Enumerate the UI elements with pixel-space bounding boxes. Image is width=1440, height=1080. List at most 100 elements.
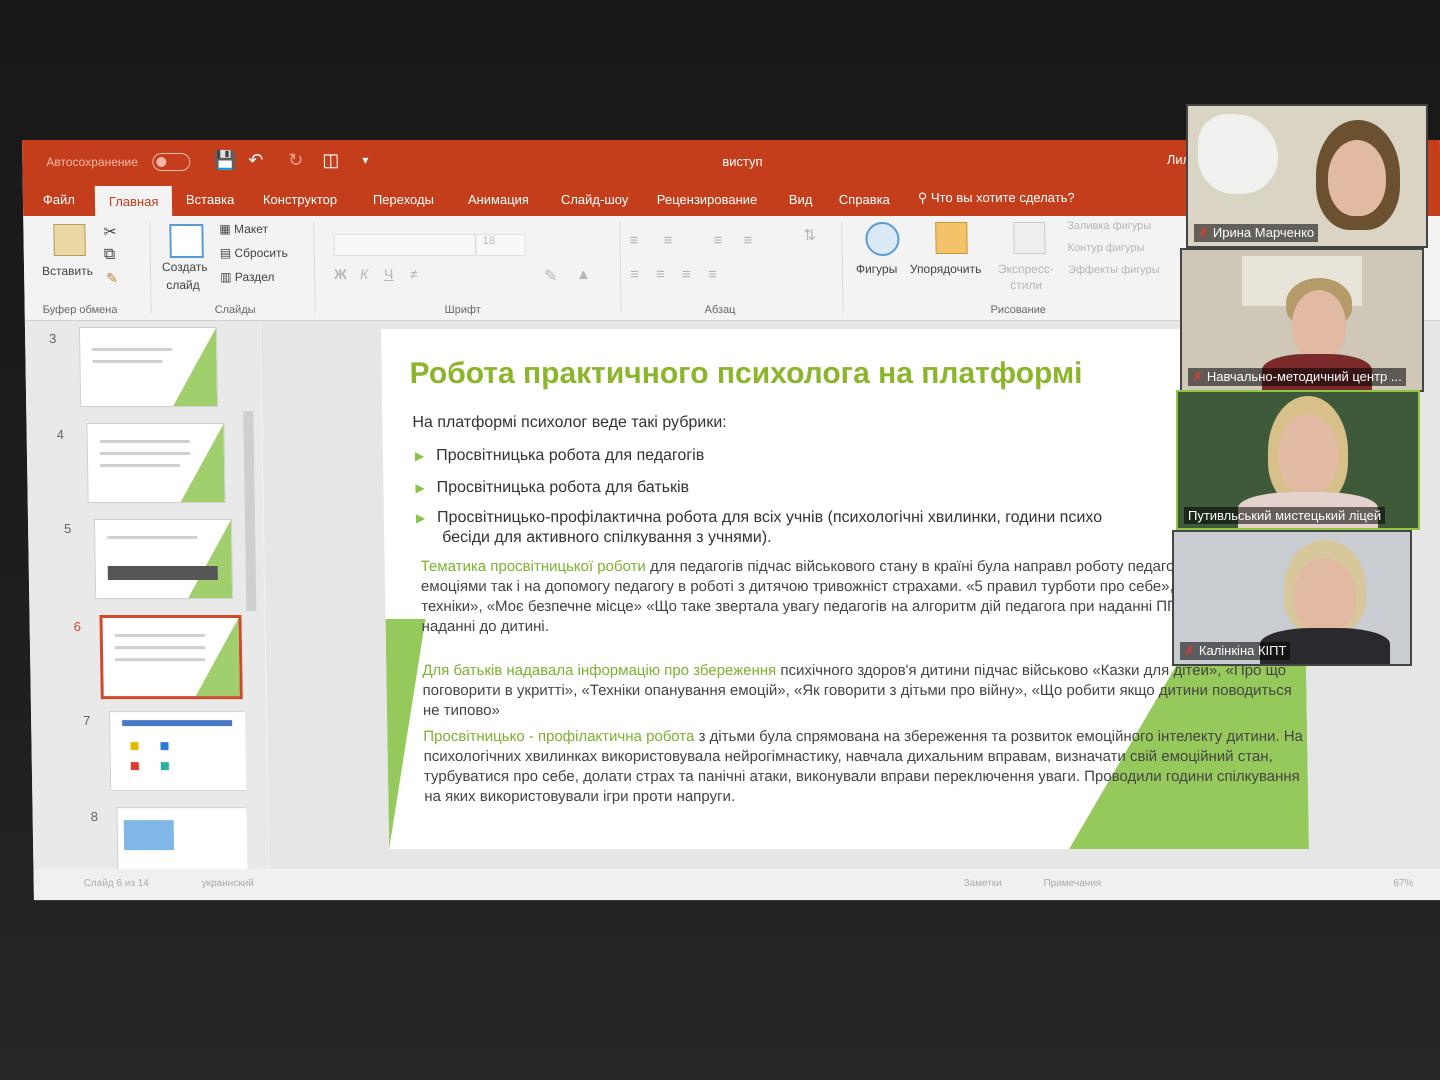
tab-insert[interactable]: Вставка [186,192,235,207]
participant-video[interactable]: ✗ Калінкіна КІПТ [1172,530,1412,666]
redo-icon[interactable]: ↻ [288,150,303,170]
justify-icon[interactable]: ≡ [708,266,717,283]
format-painter-icon[interactable]: ✎ [106,270,118,287]
comments-button[interactable]: Примечания [1043,878,1101,889]
slide-thumbnail-4[interactable] [86,423,226,504]
font-name-input[interactable] [333,234,476,257]
paragraph-highlight: Тематика просвітницької роботи [420,558,646,576]
slide-thumbnail-3[interactable] [78,327,219,408]
bullet-text: Просвітницько-профілактична робота для в… [436,509,1103,527]
slide-thumbnails-pane: 3 4 5 6 7 8 [24,321,269,888]
tab-file[interactable]: Файл [43,192,75,207]
new-slide-label: слайд [166,278,200,293]
paragraph-group-label: Абзац [704,304,736,317]
underline-icon[interactable]: Ч [384,266,394,282]
divider [149,222,152,315]
tell-me-search[interactable]: ⚲ Что вы хотите сделать? [918,190,1075,206]
language-indicator[interactable]: украинский [202,878,254,889]
bullet-continuation[interactable]: бесіди для активного спілкування з учням… [442,529,772,547]
scrollbar-thumb[interactable] [243,411,257,612]
paragraph-students[interactable]: Просвітницько - профілактична робота з д… [423,727,1304,807]
tab-review[interactable]: Рецензирование [657,192,758,207]
zoom-level[interactable]: 67% [1393,878,1413,889]
participant-face [1278,414,1338,494]
highlight-color-icon[interactable]: ✎ [544,266,558,286]
bold-icon[interactable]: Ж [334,266,347,282]
paragraph-parents[interactable]: Для батьків надавала інформацію про збер… [422,661,1303,721]
indent-icon[interactable]: ≡ [713,232,722,249]
quick-styles-icon[interactable] [1013,222,1046,255]
slide-counter: Слайд 6 из 14 [83,878,149,890]
tell-me-label: Что вы хотите сделать? [930,190,1075,206]
tab-animations[interactable]: Анимация [468,192,529,207]
slide-thumbnail-5[interactable] [93,519,234,600]
section-icon: ▥ [220,270,235,285]
current-slide[interactable]: Робота практичного психолога на платформ… [380,329,1309,850]
paste-button[interactable]: Вставить [42,264,93,278]
drawing-group-label: Рисование [990,304,1047,317]
bullet-item[interactable]: ▶ Просвітницька робота для педагогів [415,447,705,465]
tab-design[interactable]: Конструктор [263,192,337,207]
autosave-toggle[interactable] [152,153,191,172]
participant-name: Навчально-методичний центр ... [1206,369,1402,384]
font-color-icon[interactable]: ▲ [576,266,591,283]
outdent-icon[interactable]: ≡ [743,232,752,249]
font-group-label: Шрифт [444,304,481,317]
quick-styles-button[interactable]: Экспресс- [998,262,1054,276]
undo-icon[interactable]: ↶ [248,150,263,170]
participant-video[interactable]: ✗ Ирина Марченко [1186,104,1428,248]
slide-intro-text[interactable]: На платформі психолог веде такі рубрики: [412,414,727,432]
thumbnail-number: 5 [63,521,72,537]
italic-icon[interactable]: К [360,266,369,282]
paragraph-teachers[interactable]: Тематика просвітницької роботи для педаг… [421,557,1302,637]
tab-slideshow[interactable]: Слайд-шоу [561,192,629,207]
strikethrough-icon[interactable]: ≠ [410,266,418,282]
cut-icon[interactable]: ✂ [103,222,117,242]
align-center-icon[interactable]: ≡ [656,266,665,283]
thumbnail-number: 4 [56,427,64,443]
new-slide-icon[interactable] [169,224,204,259]
shapes-button[interactable]: Фигуры [856,262,898,276]
slide-thumbnail-6[interactable] [99,615,243,700]
paste-icon[interactable] [53,224,86,257]
paragraph-highlight: Для батьків надавала інформацію про збер… [422,662,777,680]
layout-button[interactable]: ▦ Макет [219,222,268,236]
new-slide-button[interactable]: Создать [162,260,208,274]
notes-button[interactable]: Заметки [963,878,1001,889]
bullet-text: Просвітницька робота для педагогів [436,447,705,465]
section-button[interactable]: ▥ Раздел [220,270,275,284]
tab-transitions[interactable]: Переходы [373,192,434,207]
numbering-icon[interactable]: ≡ [663,232,672,249]
shapes-icon[interactable] [865,222,900,257]
reset-button[interactable]: ▤ Сбросить [220,246,288,260]
layout-icon: ▦ [219,222,235,237]
save-icon[interactable]: 💾 [214,150,237,170]
tab-view[interactable]: Вид [789,192,813,207]
arrange-button[interactable]: Упорядочить [910,262,982,276]
align-left-icon[interactable]: ≡ [630,266,639,283]
thumbnail-number: 7 [82,713,91,729]
customize-qat-icon[interactable]: ▾ [362,150,368,170]
tab-help[interactable]: Справка [839,192,890,207]
bullet-item[interactable]: ▶ Просвітницько-профілактична робота для … [416,509,1102,527]
slide-title[interactable]: Робота практичного психолога на платформ… [409,357,1082,391]
bullets-icon[interactable]: ≡ [629,232,638,249]
align-right-icon[interactable]: ≡ [682,266,691,283]
participant-name-label: ✗ Калінкіна КІПТ [1180,642,1291,660]
bullet-arrow-icon: ▶ [415,511,426,526]
text-direction-icon[interactable]: ⇅ [803,226,816,244]
shape-effects-button[interactable]: Эффекты фигуры [1068,264,1160,276]
tab-home[interactable]: Главная [94,186,173,217]
arrange-icon[interactable] [935,222,968,255]
font-size-input[interactable]: 18 [475,234,526,257]
copy-icon[interactable]: ⧉ [104,246,116,264]
participant-video-active[interactable]: Путивльський мистецький ліцей [1176,390,1420,530]
thumbnail-number: 8 [90,809,98,825]
bullet-item[interactable]: ▶ Просвітницька робота для батьків [415,479,689,497]
presentation-start-icon[interactable]: ◫ [322,150,339,170]
participant-video[interactable]: ✗ Навчально-методичний центр ... [1180,248,1424,392]
slide-thumbnail-7[interactable] [108,711,249,792]
shape-outline-button[interactable]: Контур фигуры [1067,242,1144,254]
paragraph-highlight: Просвітницько - профілактична робота [423,728,695,746]
shape-fill-button[interactable]: Заливка фигуры [1067,220,1151,232]
